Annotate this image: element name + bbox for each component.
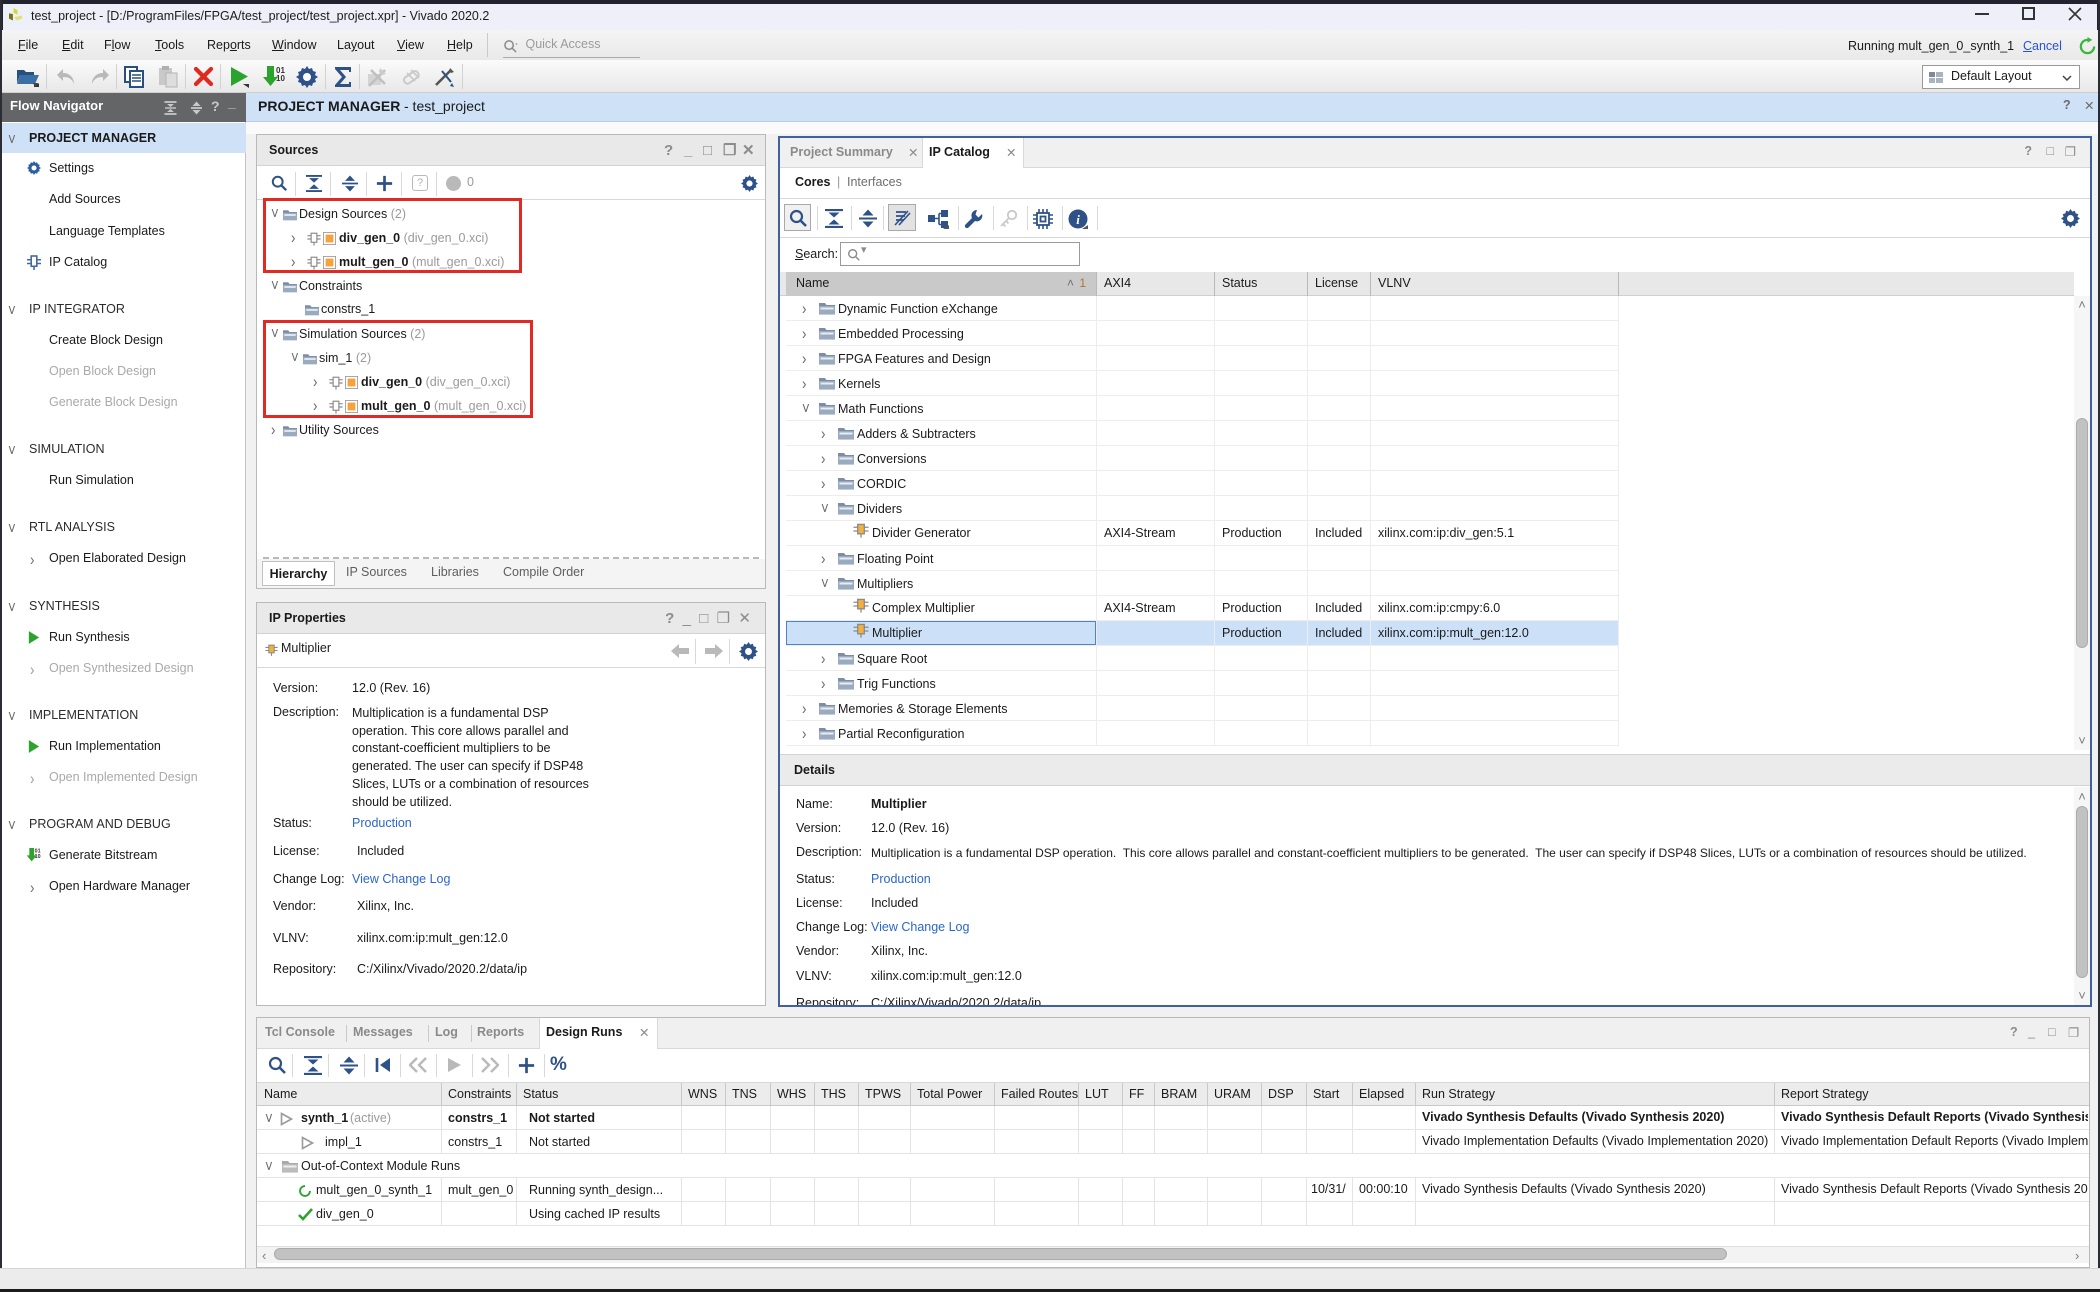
- svg-text:10: 10: [35, 854, 41, 860]
- svg-text:10: 10: [276, 74, 285, 83]
- svg-text:i: i: [1076, 212, 1080, 227]
